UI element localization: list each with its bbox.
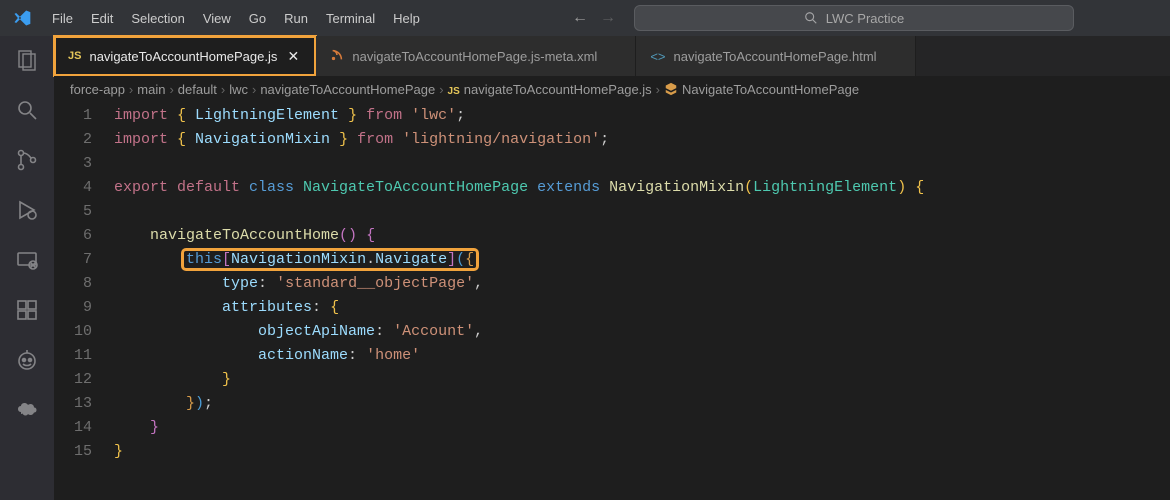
- search-placeholder: LWC Practice: [826, 11, 905, 26]
- command-center-search[interactable]: LWC Practice: [634, 5, 1074, 31]
- tab-bar: JS navigateToAccountHomePage.js ✕ naviga…: [54, 36, 1170, 76]
- class-symbol-icon: [664, 82, 678, 97]
- highlighted-code-span: this[NavigationMixin.Navigate]({: [184, 251, 476, 268]
- nav-forward-icon[interactable]: →: [598, 9, 618, 27]
- source-control-icon[interactable]: [13, 146, 41, 174]
- nav-back-icon[interactable]: ←: [570, 9, 590, 27]
- breadcrumb-symbol[interactable]: NavigateToAccountHomePage: [664, 82, 859, 97]
- search-icon: [804, 11, 818, 25]
- js-file-icon: JS: [448, 86, 460, 97]
- breadcrumb-segment[interactable]: force-app: [70, 82, 125, 97]
- code-editor[interactable]: 1 2 3 4 5 6 7 8 9 10 11 12 13 14 15 impo…: [54, 102, 1170, 500]
- tab-label: navigateToAccountHomePage.js-meta.xml: [352, 49, 597, 64]
- menu-view[interactable]: View: [195, 7, 239, 30]
- breadcrumb-segment[interactable]: main: [137, 82, 165, 97]
- tab-html[interactable]: <> navigateToAccountHomePage.html ✕: [636, 36, 915, 76]
- line-number-gutter: 1 2 3 4 5 6 7 8 9 10 11 12 13 14 15: [54, 104, 114, 500]
- search-icon[interactable]: [13, 96, 41, 124]
- run-debug-icon[interactable]: [13, 196, 41, 224]
- extensions-icon[interactable]: [13, 296, 41, 324]
- close-icon[interactable]: ✕: [285, 48, 301, 64]
- menu-bar: File Edit Selection View Go Run Terminal…: [44, 7, 428, 30]
- explorer-icon[interactable]: [13, 46, 41, 74]
- breadcrumb-segment[interactable]: default: [178, 82, 217, 97]
- titlebar: File Edit Selection View Go Run Terminal…: [0, 0, 1170, 36]
- nav-history: ← →: [570, 9, 618, 27]
- menu-go[interactable]: Go: [241, 7, 274, 30]
- menu-file[interactable]: File: [44, 7, 81, 30]
- vscode-logo-icon: [10, 6, 34, 30]
- menu-help[interactable]: Help: [385, 7, 428, 30]
- breadcrumb: force-app› main› default› lwc› navigateT…: [54, 76, 1170, 102]
- breadcrumb-segment[interactable]: navigateToAccountHomePage: [260, 82, 435, 97]
- salesforce-icon[interactable]: [13, 396, 41, 424]
- activity-bar: [0, 36, 54, 500]
- menu-run[interactable]: Run: [276, 7, 316, 30]
- breadcrumb-file[interactable]: JSnavigateToAccountHomePage.js: [448, 82, 652, 97]
- tab-active-js[interactable]: JS navigateToAccountHomePage.js ✕: [54, 36, 316, 76]
- tab-meta-xml[interactable]: navigateToAccountHomePage.js-meta.xml ✕: [316, 36, 636, 76]
- code-content[interactable]: import { LightningElement } from 'lwc'; …: [114, 104, 1170, 500]
- xml-file-icon: [330, 48, 344, 65]
- menu-selection[interactable]: Selection: [123, 7, 192, 30]
- tab-label: navigateToAccountHomePage.html: [674, 49, 877, 64]
- remote-icon[interactable]: [13, 246, 41, 274]
- tab-label: navigateToAccountHomePage.js: [89, 49, 277, 64]
- robot-icon[interactable]: [13, 346, 41, 374]
- breadcrumb-segment[interactable]: lwc: [229, 82, 248, 97]
- menu-edit[interactable]: Edit: [83, 7, 121, 30]
- html-file-icon: <>: [650, 49, 665, 64]
- menu-terminal[interactable]: Terminal: [318, 7, 383, 30]
- js-file-icon: JS: [68, 50, 81, 62]
- editor-area: JS navigateToAccountHomePage.js ✕ naviga…: [54, 36, 1170, 500]
